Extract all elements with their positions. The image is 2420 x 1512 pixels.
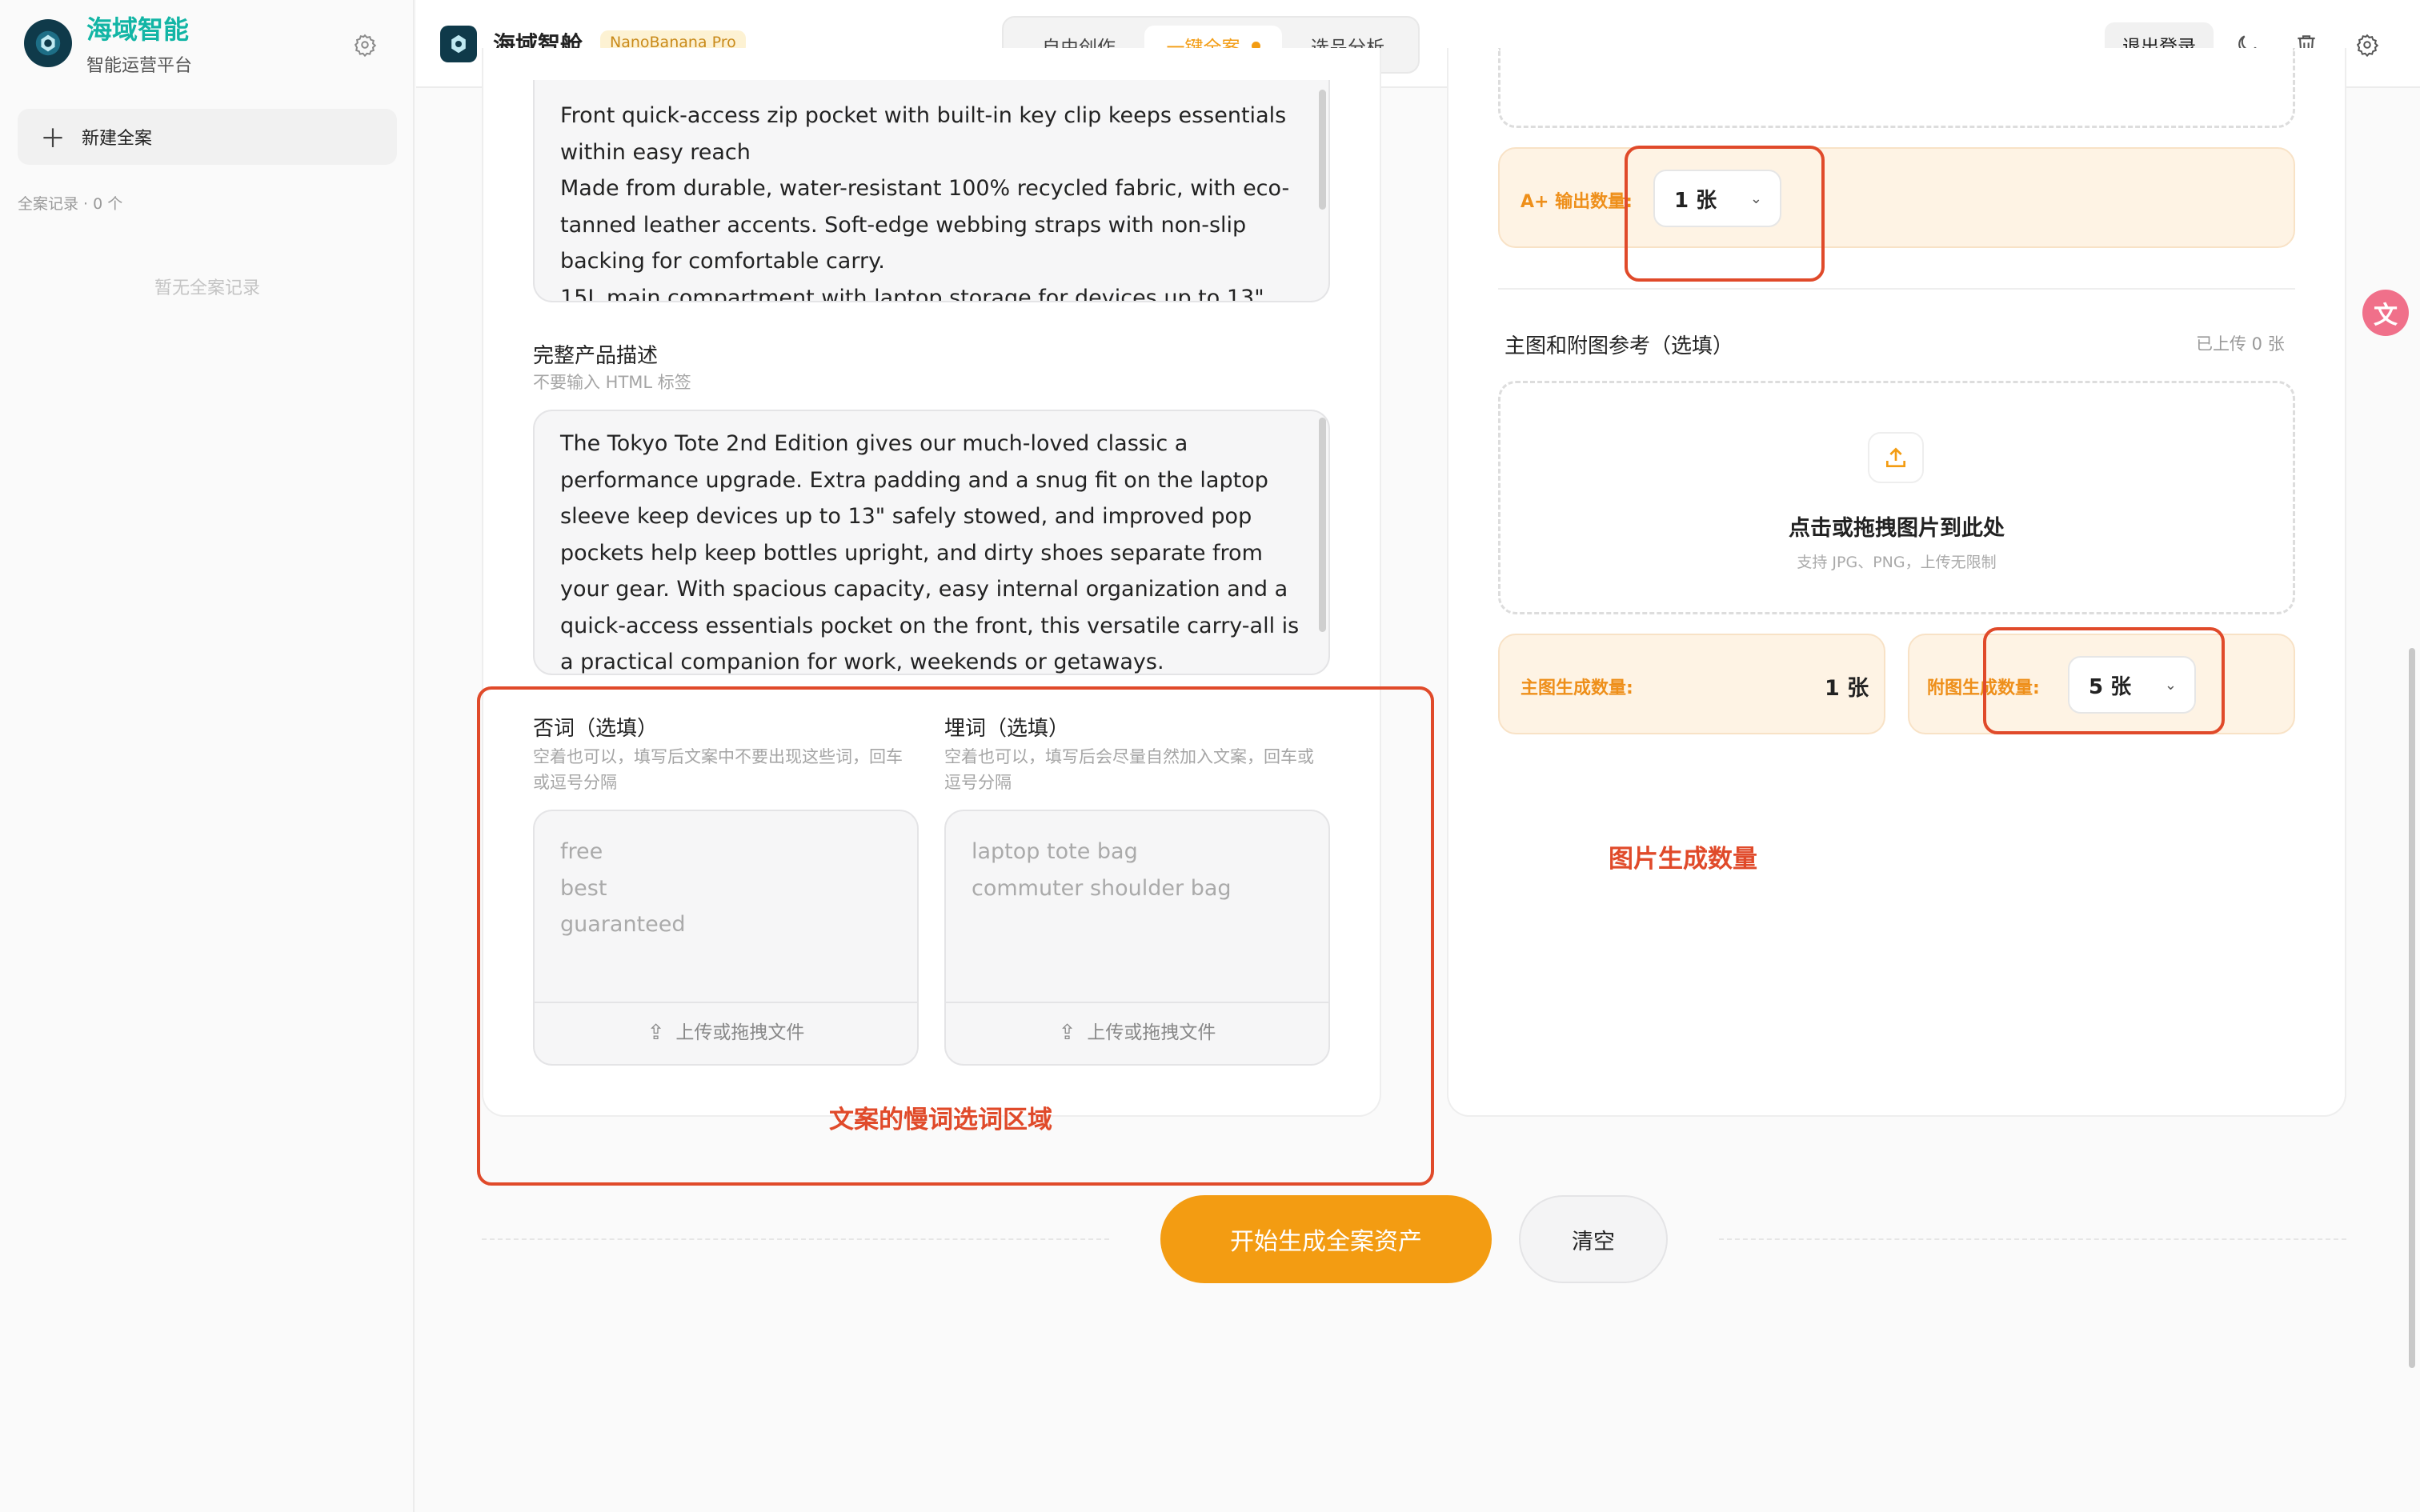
gear-icon [2356, 34, 2379, 57]
start-generate-button[interactable]: 开始生成全案资产 [1160, 1195, 1492, 1283]
new-case-label: 新建全案 [82, 129, 153, 149]
features-scrollbar[interactable] [1319, 90, 1326, 210]
brand-subtitle: 智能运营平台 [86, 56, 193, 76]
page-scrollbar[interactable] [2409, 648, 2415, 1368]
plus-icon: ＋ [40, 123, 66, 154]
divider [1498, 288, 2295, 290]
sub-count-highlight [1983, 627, 2225, 734]
brand-logo-icon [35, 30, 61, 56]
upload-area-top[interactable] [1498, 48, 2295, 128]
sidebar: 海域智能 智能运营平台 ＋ 新建全案 全案记录 · 0 个 暂无全案记录 [0, 0, 415, 1512]
left-dashed-divider [482, 1238, 1109, 1240]
aplus-count-label: A+ 输出数量: [1521, 192, 1633, 212]
reference-images-label: 主图和附图参考（选填） [1504, 334, 1734, 358]
full-desc-hint: 不要输入 HTML 标签 [533, 373, 691, 392]
brand-title: 海域智能 [86, 14, 190, 45]
app-logo-icon [451, 34, 466, 54]
settings-button[interactable] [2350, 27, 2385, 62]
keyword-area-annotation: 文案的慢词选词区域 [829, 1106, 1052, 1134]
image-count-annotation: 图片生成数量 [1609, 845, 1757, 874]
app-logo [440, 26, 477, 62]
full-desc-textarea[interactable]: The Tokyo Tote 2nd Edition gives our muc… [533, 410, 1330, 675]
drop-zone-title: 点击或拖拽图片到此处 [1789, 516, 2005, 541]
drop-zone-icon-box [1868, 432, 1924, 483]
features-textarea[interactable]: Front quick-access zip pocket with built… [533, 80, 1330, 302]
clear-button[interactable]: 清空 [1519, 1195, 1668, 1283]
translate-icon[interactable]: 文 [2362, 290, 2409, 336]
main-count-label: 主图生成数量: [1521, 678, 1633, 698]
full-desc-label: 完整产品描述 [533, 344, 659, 368]
aplus-count-highlight [1625, 146, 1825, 282]
image-drop-zone[interactable] [1498, 381, 2295, 614]
full-desc-scrollbar[interactable] [1319, 418, 1326, 632]
upload-icon [1886, 447, 1905, 467]
drop-zone-hint: 支持 JPG、PNG，上传无限制 [1797, 554, 1997, 571]
new-case-button[interactable]: ＋ 新建全案 [18, 109, 397, 165]
records-count: 全案记录 · 0 个 [18, 195, 123, 213]
empty-records: 暂无全案记录 [154, 278, 260, 298]
right-dashed-divider [1719, 1238, 2346, 1240]
uploaded-count: 已上传 0 张 [2196, 334, 2285, 354]
sidebar-settings-button[interactable] [349, 29, 381, 61]
main-count-value: 1 张 [1825, 676, 1869, 701]
gear-icon [354, 34, 377, 57]
brand-logo [24, 19, 72, 67]
